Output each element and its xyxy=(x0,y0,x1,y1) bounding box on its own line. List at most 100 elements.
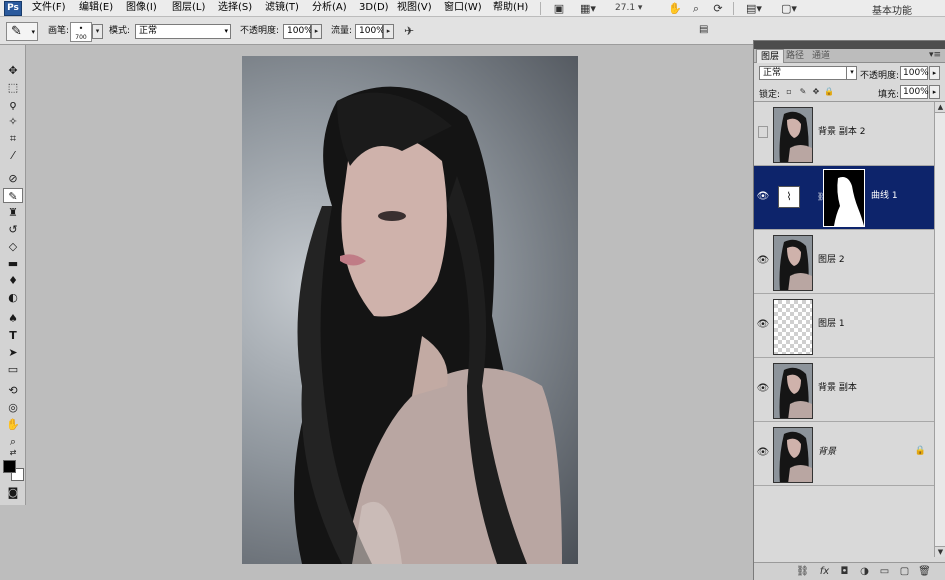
fill-slider-button[interactable]: ▸ xyxy=(929,85,940,99)
zoom-tool-icon[interactable]: ⌕ xyxy=(3,434,23,449)
layer-style-icon[interactable]: fx xyxy=(818,566,831,578)
shape-tool-icon[interactable]: ▭ xyxy=(3,362,23,377)
brush-tool-icon[interactable]: ✎ xyxy=(3,188,23,203)
airbrush-icon[interactable]: ✈ xyxy=(404,24,414,38)
bridge-icon[interactable]: ▣ xyxy=(552,2,566,15)
menu-3d[interactable]: 3D(D) xyxy=(359,2,389,14)
rotate-view-icon[interactable]: ⟳ xyxy=(711,2,725,15)
eye-icon[interactable]: 👁 xyxy=(756,446,770,460)
flow-slider-button[interactable]: ▸ xyxy=(383,24,394,39)
lock-transparent-pixels-icon[interactable]: ▫ xyxy=(784,86,794,97)
menu-window[interactable]: 窗口(W) xyxy=(444,2,482,14)
layers-scrollbar[interactable]: ▲ ▼ xyxy=(934,102,945,557)
eraser-tool-icon[interactable]: ◇ xyxy=(3,239,23,254)
move-tool-icon[interactable]: ✥ xyxy=(3,63,23,78)
layer-opacity-slider-button[interactable]: ▸ xyxy=(929,66,940,80)
lock-all-icon[interactable]: 🔒 xyxy=(824,86,834,97)
zoom-level-dropdown[interactable]: 27.1 ▾ xyxy=(615,2,653,15)
menu-analysis[interactable]: 分析(A) xyxy=(312,2,347,14)
opacity-slider-button[interactable]: ▸ xyxy=(311,24,322,39)
zoom-tool-icon[interactable]: ⌕ xyxy=(689,2,703,15)
visibility-toggle-off[interactable] xyxy=(758,126,768,138)
panel-menu-icon[interactable]: ▾≡ xyxy=(929,50,941,60)
brush-picker-arrow[interactable]: ▾ xyxy=(92,24,103,39)
menu-help[interactable]: 帮助(H) xyxy=(493,2,528,14)
3d-orbit-tool-icon[interactable]: ◎ xyxy=(3,400,23,415)
eye-icon[interactable]: 👁 xyxy=(756,318,770,332)
layer-row[interactable]: 👁 背景 副本 xyxy=(754,358,934,422)
swap-colors-icon[interactable]: ⇄ xyxy=(3,448,23,458)
arrange-documents-icon[interactable]: ▤▾ xyxy=(742,2,766,15)
layer-row[interactable]: 👁 ⌇ ⛓ 曲线 1 xyxy=(754,166,934,230)
foreground-color-swatch[interactable] xyxy=(3,460,16,473)
fill-input[interactable]: 100% xyxy=(900,85,929,99)
lock-position-icon[interactable]: ✥ xyxy=(811,86,821,97)
layer-mask-thumbnail[interactable] xyxy=(823,169,865,227)
eye-icon[interactable]: 👁 xyxy=(756,190,770,204)
gradient-tool-icon[interactable]: ▬ xyxy=(3,256,23,271)
eyedropper-tool-icon[interactable]: ⁄ xyxy=(3,148,23,163)
hand-tool-icon[interactable]: ✋ xyxy=(3,417,23,432)
path-selection-tool-icon[interactable]: ➤ xyxy=(3,345,23,360)
add-mask-icon[interactable]: ◘ xyxy=(838,566,851,578)
delete-layer-icon[interactable]: 🗑 xyxy=(918,566,931,578)
menu-edit[interactable]: 编辑(E) xyxy=(79,2,113,14)
layer-name[interactable]: 图层 1 xyxy=(818,319,845,330)
spot-healing-tool-icon[interactable]: ⊘ xyxy=(3,171,23,186)
pen-tool-icon[interactable]: ♠ xyxy=(3,311,23,326)
layer-row[interactable]: 👁 背景 🔒 xyxy=(754,422,934,486)
brush-preset-picker[interactable]: ✎ ▾ xyxy=(6,22,38,41)
layer-name[interactable]: 背景 xyxy=(818,447,836,458)
layer-name[interactable]: 图层 2 xyxy=(818,255,845,266)
new-adjustment-icon[interactable]: ◑ xyxy=(858,566,871,578)
new-group-icon[interactable]: ▭ xyxy=(878,566,891,578)
quick-mask-icon[interactable]: ◙ xyxy=(3,485,23,500)
layer-row[interactable]: 👁 图层 2 xyxy=(754,230,934,294)
chevron-down-icon[interactable]: ▾ xyxy=(846,66,857,80)
panel-titlebar[interactable] xyxy=(754,41,945,49)
link-layers-icon[interactable]: ⛓ xyxy=(796,566,809,578)
layer-opacity-input[interactable]: 100% xyxy=(900,66,929,80)
brush-picker[interactable]: • 700 xyxy=(70,22,92,42)
scroll-up-icon[interactable]: ▲ xyxy=(935,102,945,113)
eye-icon[interactable]: 👁 xyxy=(756,382,770,396)
flow-input[interactable]: 100% xyxy=(355,24,385,39)
layer-name[interactable]: 背景 副本 xyxy=(818,383,857,394)
layer-name[interactable]: 背景 副本 2 xyxy=(818,127,865,138)
view-extras-icon[interactable]: ▦▾ xyxy=(578,2,598,15)
tab-layers[interactable]: 图层 xyxy=(756,49,785,63)
curves-adjustment-icon[interactable]: ⌇ xyxy=(778,186,800,208)
3d-rotate-tool-icon[interactable]: ⟲ xyxy=(3,383,23,398)
mode-select[interactable]: 正常 ▾ xyxy=(135,24,231,39)
dodge-tool-icon[interactable]: ◐ xyxy=(3,290,23,305)
hand-tool-icon[interactable]: ✋ xyxy=(668,2,682,15)
scroll-down-icon[interactable]: ▼ xyxy=(935,546,945,557)
tab-paths[interactable]: 路径 xyxy=(782,49,808,63)
crop-tool-icon[interactable]: ⌗ xyxy=(3,131,23,146)
opacity-input[interactable]: 100% xyxy=(283,24,313,39)
eye-icon[interactable]: 👁 xyxy=(756,254,770,268)
menu-select[interactable]: 选择(S) xyxy=(218,2,252,14)
layer-row[interactable]: 背景 副本 2 xyxy=(754,102,934,166)
clone-stamp-tool-icon[interactable]: ♜ xyxy=(3,205,23,220)
type-tool-icon[interactable]: T xyxy=(3,328,23,343)
layer-name[interactable]: 曲线 1 xyxy=(871,191,898,202)
lasso-tool-icon[interactable]: ϙ xyxy=(3,97,23,112)
menu-filter[interactable]: 滤镜(T) xyxy=(265,2,299,14)
blur-tool-icon[interactable]: ♦ xyxy=(3,273,23,288)
menu-view[interactable]: 视图(V) xyxy=(397,2,432,14)
menu-image[interactable]: 图像(I) xyxy=(126,2,157,14)
workspace-switcher[interactable]: 基本功能 xyxy=(872,2,912,17)
quick-selection-tool-icon[interactable]: ✧ xyxy=(3,114,23,129)
layer-row[interactable]: 👁 图层 1 xyxy=(754,294,934,358)
history-brush-tool-icon[interactable]: ↺ xyxy=(3,222,23,237)
new-layer-icon[interactable]: ▢ xyxy=(898,566,911,578)
tab-channels[interactable]: 通道 xyxy=(808,49,834,63)
lock-image-pixels-icon[interactable]: ✎ xyxy=(798,86,808,97)
blend-mode-select[interactable]: 正常 xyxy=(759,66,857,80)
document-canvas[interactable] xyxy=(242,56,578,564)
screen-mode-icon[interactable]: ▢▾ xyxy=(777,2,801,15)
marquee-tool-icon[interactable]: ⬚ xyxy=(3,80,23,95)
palette-toggle-icon[interactable]: ▤ xyxy=(699,24,713,37)
menu-layer[interactable]: 图层(L) xyxy=(172,2,205,14)
